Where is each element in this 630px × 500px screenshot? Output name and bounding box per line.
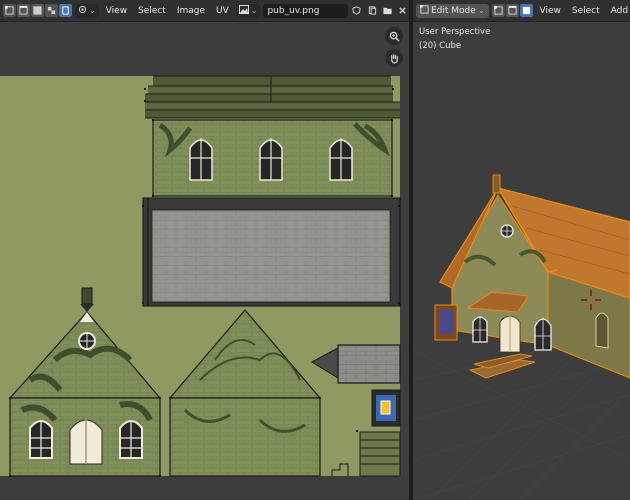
mode-dropdown[interactable]: Edit Mode ⌄ [416,3,489,18]
face-select-icon[interactable] [519,4,533,17]
viewport-menu-view[interactable]: View [536,6,565,16]
uv-canvas[interactable] [0,22,409,500]
image-browse-button[interactable]: ⌄ [235,3,261,18]
uv-island-upper-wall [152,119,393,197]
menu-uv[interactable]: UV [212,6,233,16]
uv-island-side-wall [142,197,401,307]
chevron-down-icon: ⌄ [477,6,485,15]
image-name-field[interactable]: pub_uv.png [263,3,348,18]
sticky-select-dropdown[interactable]: ⌄ [75,3,99,18]
viewport-menu-select[interactable]: Select [568,6,604,16]
menu-view[interactable]: View [102,6,131,16]
island-select-icon[interactable] [45,4,58,17]
3d-viewport: Edit Mode ⌄ View Select Add User Perspec… [413,0,630,500]
viewport-header: Edit Mode ⌄ View Select Add [413,0,630,22]
unlink-icon[interactable] [397,4,409,17]
vertex-select-icon[interactable] [491,4,505,17]
uv-editor-header: ⌄ View Select Image UV ⌄ pub_uv.png [0,0,409,22]
face-select-icon[interactable] [31,4,44,17]
sticky-select-icon [78,5,87,17]
mode-label: Edit Mode [431,5,476,16]
image-browse-icon [238,4,249,17]
uv-island-sign [371,389,401,427]
menu-select[interactable]: Select [134,6,170,16]
viewport-canvas[interactable] [413,22,630,500]
pub-building-model [434,174,630,379]
menu-image[interactable]: Image [173,6,209,16]
open-image-icon[interactable] [381,4,393,17]
edit-mode-icon [420,4,429,17]
fake-user-icon[interactable] [351,4,363,17]
new-image-icon[interactable] [366,4,378,17]
uv-editor: ⌄ View Select Image UV ⌄ pub_uv.png [0,0,409,500]
mesh-select-group [491,4,533,17]
uv-island-roof-planks [145,75,400,119]
zoom-icon[interactable] [385,27,403,45]
viewport-menu-add[interactable]: Add [607,6,630,16]
edge-select-icon[interactable] [505,4,519,17]
chevron-down-icon: ⌄ [250,6,258,15]
vertex-select-icon[interactable] [3,4,16,17]
chevron-down-icon: ⌄ [89,6,96,15]
select-mode-group [3,4,72,17]
hand-icon[interactable] [385,49,403,67]
uv-sync-icon[interactable] [59,4,72,17]
edge-select-icon[interactable] [17,4,30,17]
